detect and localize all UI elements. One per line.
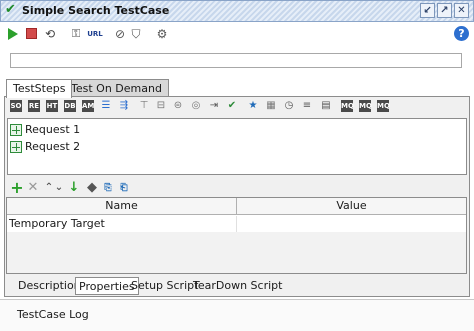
request-icon bbox=[10, 124, 22, 136]
help-icon[interactable]: ? bbox=[454, 26, 469, 41]
soap-request-icon[interactable]: SO bbox=[10, 100, 22, 112]
tab-description[interactable]: Description bbox=[15, 277, 84, 295]
amf-request-icon[interactable]: AM bbox=[82, 100, 94, 112]
http-request-icon[interactable]: HT bbox=[46, 100, 58, 112]
clock-icon[interactable]: ◷ bbox=[283, 100, 295, 112]
add-property-icon[interactable]: + bbox=[10, 180, 24, 196]
mq-subscribe-icon[interactable]: MQ bbox=[377, 100, 390, 112]
grid-step-icon[interactable]: ▦ bbox=[265, 100, 277, 112]
url-icon[interactable]: URL bbox=[86, 26, 104, 42]
stop-icon[interactable] bbox=[24, 26, 40, 42]
step-label: Request 1 bbox=[25, 123, 81, 136]
groovy-script-icon[interactable]: ◎ bbox=[190, 100, 202, 112]
mock-response-icon[interactable]: ⇥ bbox=[208, 100, 220, 112]
arrow-down-icon[interactable]: ↓ bbox=[67, 181, 81, 195]
testcase-check-icon: ✔ bbox=[5, 2, 16, 17]
key-icon[interactable]: ⚿ bbox=[68, 26, 84, 42]
jdbc-request-icon[interactable]: DB bbox=[64, 100, 76, 112]
table-empty-area bbox=[7, 232, 466, 273]
note-icon[interactable]: ≡ bbox=[301, 100, 313, 112]
search-input[interactable] bbox=[10, 53, 462, 68]
run-testcase-icon[interactable]: ⊟ bbox=[155, 100, 167, 112]
request-icon bbox=[10, 141, 22, 153]
testcase-log-label: TestCase Log bbox=[17, 308, 89, 321]
table-cell-value[interactable] bbox=[237, 216, 466, 232]
mq-publish-icon[interactable]: MQ bbox=[359, 100, 372, 112]
save-properties-icon[interactable]: ⎗ bbox=[117, 181, 131, 195]
property-transfer-icon[interactable]: ☰ bbox=[100, 100, 112, 112]
loop-icon[interactable]: ⟲ bbox=[42, 26, 58, 42]
move-down-icon[interactable]: ⌄ bbox=[52, 181, 66, 195]
star-icon[interactable]: ★ bbox=[247, 100, 259, 112]
comment-icon[interactable]: ▤ bbox=[320, 100, 332, 112]
gear-icon[interactable]: ⚙ bbox=[154, 26, 170, 42]
stop-circle-icon[interactable]: ⊘ bbox=[112, 26, 128, 42]
close-icon[interactable]: ✕ bbox=[454, 3, 469, 18]
tab-teststeps[interactable]: TestSteps bbox=[6, 79, 73, 98]
tab-teardown-script[interactable]: TearDown Script bbox=[190, 277, 285, 295]
table-cell-name[interactable]: Temporary Target bbox=[7, 216, 237, 232]
column-header-name[interactable]: Name bbox=[7, 198, 237, 215]
tab-test-on-demand[interactable]: Test On Demand bbox=[64, 79, 169, 97]
mq-step-icon[interactable]: MQ bbox=[341, 100, 354, 112]
properties-table: Name Value Temporary Target bbox=[6, 197, 467, 274]
window-title: Simple Search TestCase bbox=[22, 4, 170, 17]
load-properties-icon[interactable]: ⎘ bbox=[101, 181, 115, 195]
maximize-icon[interactable]: ↗ bbox=[437, 3, 452, 18]
delay-step-icon[interactable]: ⊜ bbox=[172, 100, 184, 112]
step-label: Request 2 bbox=[25, 140, 81, 153]
play-icon[interactable] bbox=[5, 26, 21, 42]
properties-step-icon[interactable]: ⇶ bbox=[118, 100, 130, 112]
column-header-value[interactable]: Value bbox=[237, 198, 466, 215]
conditional-goto-icon[interactable]: ⊤ bbox=[138, 100, 150, 112]
remove-property-icon[interactable]: ✕ bbox=[26, 181, 40, 195]
shield-icon[interactable]: ⛉ bbox=[128, 26, 144, 42]
eraser-icon[interactable]: ◆ bbox=[85, 181, 99, 195]
assertion-check-icon[interactable]: ✔ bbox=[226, 100, 238, 112]
rest-request-icon[interactable]: RE bbox=[28, 100, 40, 112]
minimize-icon[interactable]: ↙ bbox=[420, 3, 435, 18]
